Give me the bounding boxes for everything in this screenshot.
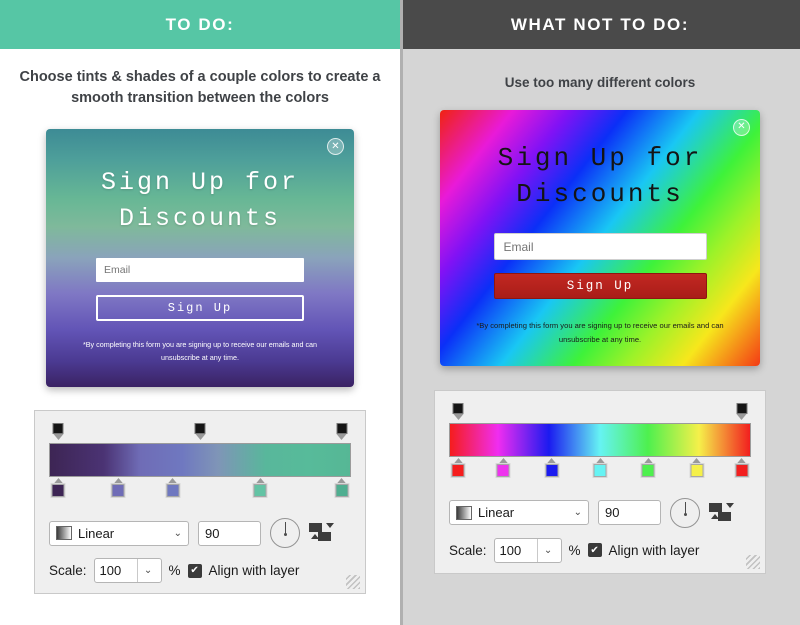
opacity-stop[interactable] bbox=[52, 423, 65, 441]
percent-label: % bbox=[568, 542, 581, 558]
caption-what-not-to-do: Use too many different colors bbox=[504, 75, 696, 90]
sign-up-button[interactable]: Sign Up bbox=[493, 273, 707, 300]
email-row-bad bbox=[440, 213, 760, 261]
color-stop[interactable] bbox=[734, 457, 750, 478]
email-input[interactable] bbox=[96, 258, 304, 283]
caption-to-do: Choose tints & shades of a couple colors… bbox=[19, 69, 381, 107]
opacity-stop[interactable] bbox=[335, 423, 348, 441]
color-stop[interactable] bbox=[165, 478, 181, 499]
gradient-type-label: Linear bbox=[478, 505, 515, 521]
resize-grip-icon[interactable] bbox=[746, 554, 760, 569]
gradient-type-label: Linear bbox=[78, 525, 115, 541]
card-title-good: Sign Up for Discounts bbox=[100, 168, 300, 233]
opacity-stops-good bbox=[49, 423, 351, 443]
color-stop[interactable] bbox=[110, 478, 126, 499]
align-with-layer-checkbox[interactable]: ✔ bbox=[187, 563, 202, 578]
chevron-down-icon[interactable]: ⌄ bbox=[536, 538, 559, 562]
card-wrap-good: ✕ Sign Up for Discounts Sign Up *By comp… bbox=[0, 129, 400, 388]
color-stop[interactable] bbox=[640, 457, 656, 478]
color-stops-good bbox=[49, 478, 351, 504]
scale-field[interactable]: ⌄ bbox=[493, 537, 562, 563]
gradient-type-select[interactable]: Linear ⌄ bbox=[449, 500, 589, 526]
color-stop[interactable] bbox=[252, 478, 268, 499]
color-stop[interactable] bbox=[592, 457, 608, 478]
fine-print-bad: *By completing this form you are signing… bbox=[476, 321, 724, 344]
color-stop[interactable] bbox=[334, 478, 350, 499]
column-to-do: TO DO: Choose tints & shades of a couple… bbox=[0, 0, 400, 625]
color-stop[interactable] bbox=[689, 457, 705, 478]
scale-controls-good: Scale: ⌄ % ✔ Align with layer bbox=[49, 558, 351, 584]
popup-card-good: ✕ Sign Up for Discounts Sign Up *By comp… bbox=[46, 129, 354, 388]
gradient-editor-bad: Linear ⌄ Scale: ⌄ % ✔ Align with laye bbox=[434, 389, 766, 574]
opacity-stops-bad bbox=[449, 402, 751, 423]
banner-what-not-to-do: WHAT NOT TO DO: bbox=[400, 0, 800, 49]
chevron-down-icon: ⌄ bbox=[173, 527, 182, 539]
align-with-layer-label: Align with layer bbox=[608, 542, 700, 558]
fine-print-good: *By completing this form you are signing… bbox=[82, 340, 318, 362]
percent-label: % bbox=[168, 563, 181, 579]
close-icon[interactable]: ✕ bbox=[327, 138, 344, 156]
sign-up-button[interactable]: Sign Up bbox=[96, 295, 304, 322]
angle-input[interactable] bbox=[198, 520, 261, 546]
opacity-stop[interactable] bbox=[452, 402, 465, 420]
banner-what-not-to-do-title: WHAT NOT TO DO: bbox=[510, 14, 690, 34]
layer-style-icon[interactable] bbox=[709, 501, 735, 525]
color-stop[interactable] bbox=[50, 478, 66, 499]
angle-input[interactable] bbox=[598, 500, 661, 526]
gradient-preview-bar-bad[interactable] bbox=[449, 422, 751, 457]
angle-dial[interactable] bbox=[670, 497, 700, 528]
banner-to-do: TO DO: bbox=[0, 0, 400, 49]
signup-row-bad: Sign Up bbox=[440, 260, 760, 300]
gradient-type-select[interactable]: Linear ⌄ bbox=[49, 520, 189, 546]
gradient-editor-good: Linear ⌄ Scale: ⌄ % ✔ Align with laye bbox=[34, 410, 366, 595]
scale-label: Scale: bbox=[449, 542, 487, 558]
layer-style-icon[interactable] bbox=[309, 521, 335, 545]
gradient-preview-bar-good[interactable] bbox=[49, 443, 351, 478]
color-stop[interactable] bbox=[450, 457, 466, 478]
card-title-bad: Sign Up for Discounts bbox=[497, 142, 703, 210]
comparison-board: TO DO: Choose tints & shades of a couple… bbox=[0, 0, 800, 625]
gradient-controls-good: Linear ⌄ bbox=[49, 518, 351, 549]
chevron-down-icon: ⌄ bbox=[573, 507, 582, 519]
scale-input[interactable] bbox=[94, 559, 137, 583]
banner-to-do-title: TO DO: bbox=[165, 14, 235, 34]
gradient-controls-bad: Linear ⌄ bbox=[449, 497, 751, 528]
align-with-layer-checkbox[interactable]: ✔ bbox=[587, 543, 602, 558]
opacity-stop[interactable] bbox=[194, 423, 207, 441]
angle-dial[interactable] bbox=[270, 518, 300, 549]
align-with-layer-label: Align with layer bbox=[208, 563, 300, 579]
scale-field[interactable]: ⌄ bbox=[93, 558, 162, 584]
scale-input[interactable] bbox=[494, 538, 537, 562]
close-icon[interactable]: ✕ bbox=[733, 118, 750, 136]
column-what-not-to-do: WHAT NOT TO DO: Use too many different c… bbox=[400, 0, 800, 625]
card-wrap-bad: ✕ Sign Up for Discounts Sign Up *By comp… bbox=[400, 109, 800, 366]
scale-controls-bad: Scale: ⌄ % ✔ Align with layer bbox=[449, 537, 751, 563]
gradient-swatch-icon bbox=[56, 526, 72, 541]
gradient-swatch-icon bbox=[456, 505, 472, 520]
resize-grip-icon[interactable] bbox=[346, 575, 360, 590]
signup-row-good: Sign Up bbox=[46, 282, 354, 322]
email-input[interactable] bbox=[493, 233, 707, 261]
popup-card-bad: ✕ Sign Up for Discounts Sign Up *By comp… bbox=[440, 109, 760, 366]
color-stop[interactable] bbox=[544, 457, 560, 478]
email-row-good bbox=[46, 236, 354, 283]
scale-label: Scale: bbox=[49, 563, 87, 579]
color-stop[interactable] bbox=[495, 457, 511, 478]
color-stops-bad bbox=[449, 457, 751, 484]
chevron-down-icon[interactable]: ⌄ bbox=[136, 559, 159, 583]
opacity-stop[interactable] bbox=[735, 402, 748, 420]
